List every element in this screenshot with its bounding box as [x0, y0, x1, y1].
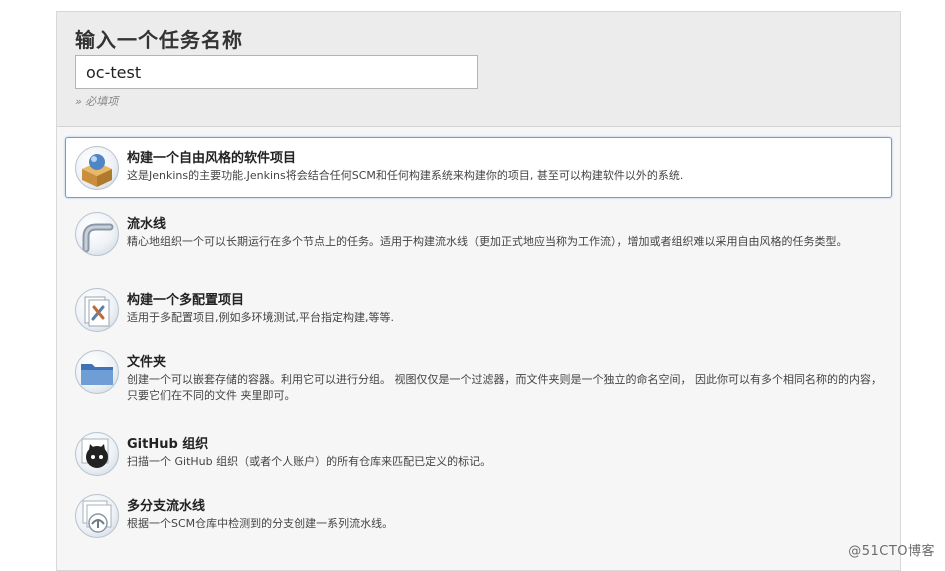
job-type-name: GitHub 组织	[127, 433, 208, 452]
folder-icon	[75, 350, 119, 394]
job-type-description: 根据一个SCM仓库中检测到的分支创建一系列流水线。	[127, 516, 883, 532]
item-name-section: 输入一个任务名称 » 必填项	[57, 12, 900, 127]
job-type-multibranch-pipeline[interactable]: 多分支流水线 根据一个SCM仓库中检测到的分支创建一系列流水线。	[65, 485, 892, 545]
job-type-pipeline[interactable]: 流水线 精心地组织一个可以长期运行在多个节点上的任务。适用于构建流水线（更加正式…	[65, 203, 892, 271]
job-type-description: 创建一个可以嵌套存储的容器。利用它可以进行分组。 视图仅仅是一个过滤器，而文件夹…	[127, 372, 883, 404]
job-type-freestyle[interactable]: 构建一个自由风格的软件项目 这是Jenkins的主要功能.Jenkins将会结合…	[65, 137, 892, 198]
job-type-multi-config[interactable]: 构建一个多配置项目 适用于多配置项目,例如多环境测试,平台指定构建,等等.	[65, 279, 892, 337]
multi-config-icon	[75, 288, 119, 332]
job-type-name: 构建一个多配置项目	[127, 289, 244, 308]
job-type-name: 多分支流水线	[127, 495, 205, 514]
freestyle-box-icon	[75, 146, 119, 190]
job-type-description: 这是Jenkins的主要功能.Jenkins将会结合任何SCM和任何构建系统来构…	[127, 168, 883, 184]
job-type-description: 扫描一个 GitHub 组织（或者个人账户）的所有仓库来匹配已定义的标记。	[127, 454, 883, 470]
page-title: 输入一个任务名称	[75, 24, 243, 53]
job-type-name: 构建一个自由风格的软件项目	[127, 147, 296, 166]
job-type-folder[interactable]: 文件夹 创建一个可以嵌套存储的容器。利用它可以进行分组。 视图仅仅是一个过滤器，…	[65, 341, 892, 411]
new-item-panel: 输入一个任务名称 » 必填项 构建一个自由风格的软件项目 这是Jenkins的主…	[56, 11, 901, 571]
job-type-name: 文件夹	[127, 351, 166, 370]
pipeline-icon	[75, 212, 119, 256]
github-octocat-icon	[75, 432, 119, 476]
job-type-name: 流水线	[127, 213, 166, 232]
job-type-description: 精心地组织一个可以长期运行在多个节点上的任务。适用于构建流水线（更加正式地应当称…	[127, 234, 883, 250]
job-type-github-organization[interactable]: GitHub 组织 扫描一个 GitHub 组织（或者个人账户）的所有仓库来匹配…	[65, 423, 892, 479]
site-watermark: @51CTO博客	[848, 540, 935, 559]
item-name-input[interactable]	[75, 55, 478, 89]
job-type-description: 适用于多配置项目,例如多环境测试,平台指定构建,等等.	[127, 310, 883, 326]
required-field-note: » 必填项	[75, 93, 118, 109]
multibranch-pipeline-icon	[75, 494, 119, 538]
